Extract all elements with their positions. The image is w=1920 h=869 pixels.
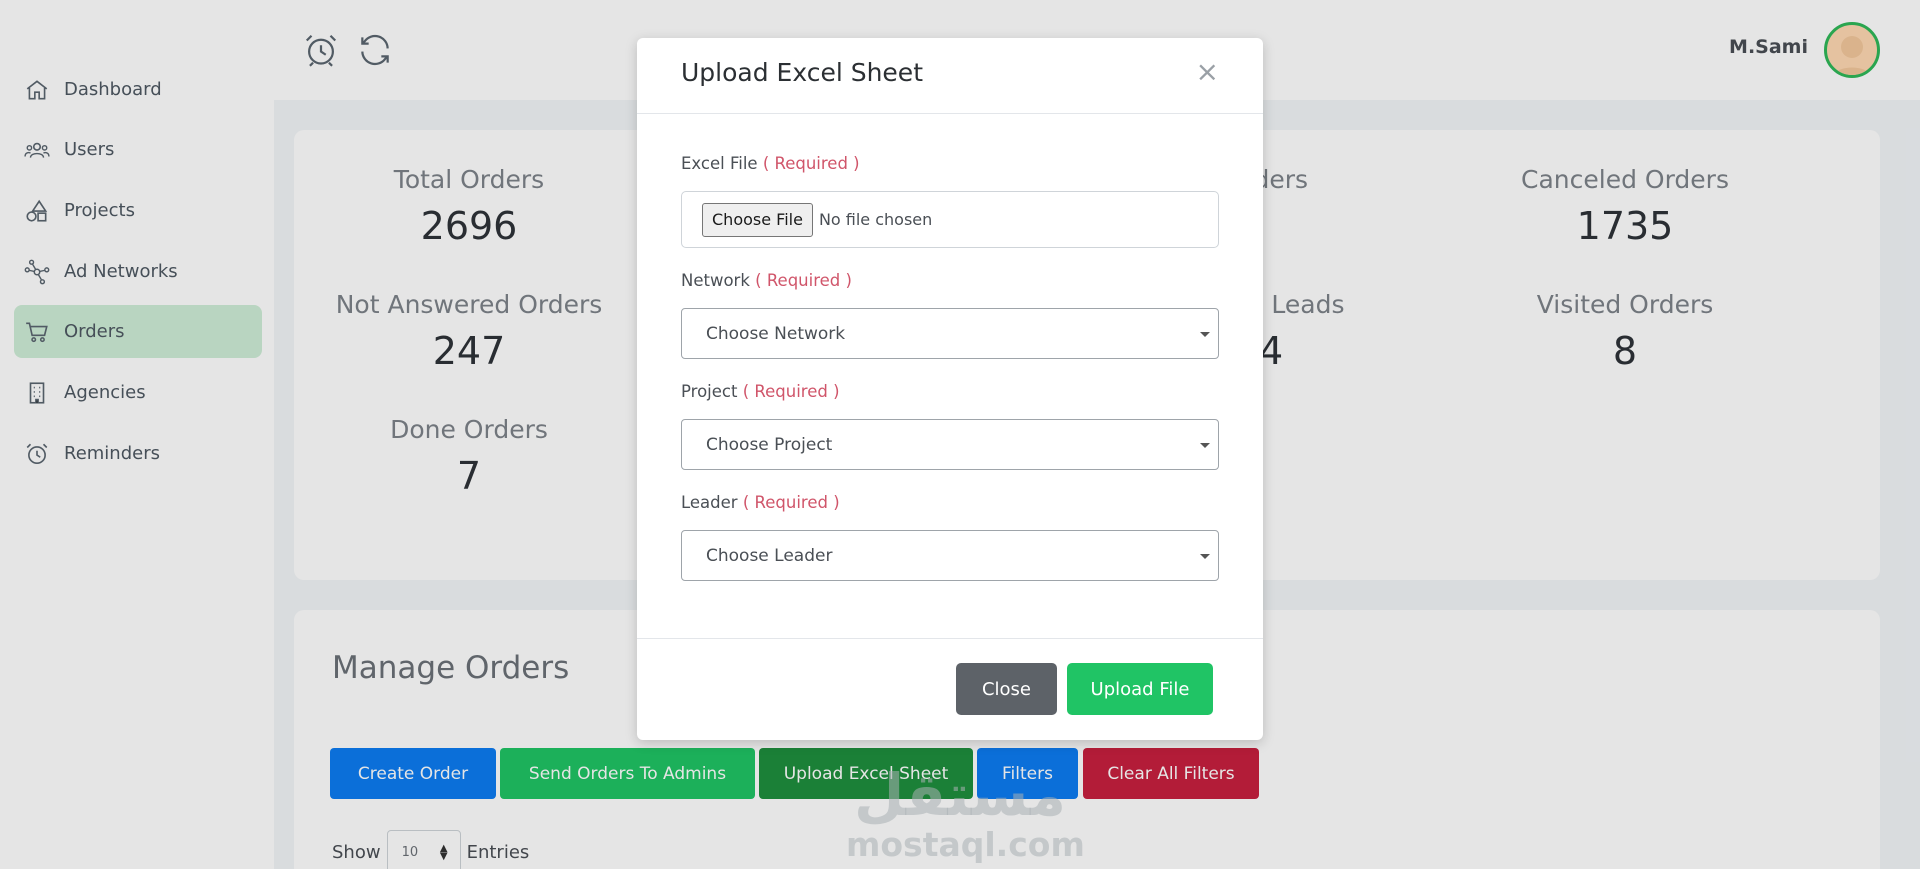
excel-file-label: Excel File ( Required ) bbox=[681, 154, 860, 173]
network-select[interactable]: Choose Network bbox=[681, 308, 1219, 359]
watermark: مستقل mostaql.com bbox=[846, 761, 1085, 864]
file-status: No file chosen bbox=[818, 210, 933, 229]
network-select-value: Choose Network bbox=[706, 323, 846, 344]
choose-file-button[interactable]: Choose File bbox=[702, 202, 813, 237]
leader-label: Leader ( Required ) bbox=[681, 493, 840, 512]
required-marker: ( Required ) bbox=[742, 493, 840, 512]
caret-down-icon bbox=[1200, 332, 1210, 337]
field-label-text: Excel File bbox=[681, 154, 758, 173]
upload-file-button[interactable]: Upload File bbox=[1067, 663, 1213, 715]
watermark-arabic: مستقل bbox=[853, 761, 1067, 829]
network-label: Network ( Required ) bbox=[681, 271, 852, 290]
required-marker: ( Required ) bbox=[755, 271, 852, 290]
project-label: Project ( Required ) bbox=[681, 382, 840, 401]
field-label-text: Network bbox=[681, 271, 750, 290]
required-marker: ( Required ) bbox=[762, 154, 860, 173]
field-label-text: Leader bbox=[681, 493, 738, 512]
field-label-text: Project bbox=[681, 382, 738, 401]
close-icon[interactable]: × bbox=[1196, 57, 1219, 87]
project-select-value: Choose Project bbox=[706, 434, 833, 455]
leader-select-value: Choose Leader bbox=[706, 545, 833, 566]
excel-file-input[interactable]: Choose File No file chosen bbox=[681, 191, 1219, 248]
close-button[interactable]: Close bbox=[956, 663, 1057, 715]
caret-down-icon bbox=[1200, 554, 1210, 559]
modal-footer: Close Upload File bbox=[637, 638, 1263, 740]
leader-select[interactable]: Choose Leader bbox=[681, 530, 1219, 581]
modal-title: Upload Excel Sheet bbox=[681, 58, 923, 87]
modal-header: Upload Excel Sheet × bbox=[637, 38, 1263, 114]
upload-excel-modal: Upload Excel Sheet × Excel File ( Requir… bbox=[637, 38, 1263, 740]
watermark-latin: mostaql.com bbox=[846, 825, 1085, 864]
required-marker: ( Required ) bbox=[742, 382, 840, 401]
project-select[interactable]: Choose Project bbox=[681, 419, 1219, 470]
caret-down-icon bbox=[1200, 443, 1210, 448]
